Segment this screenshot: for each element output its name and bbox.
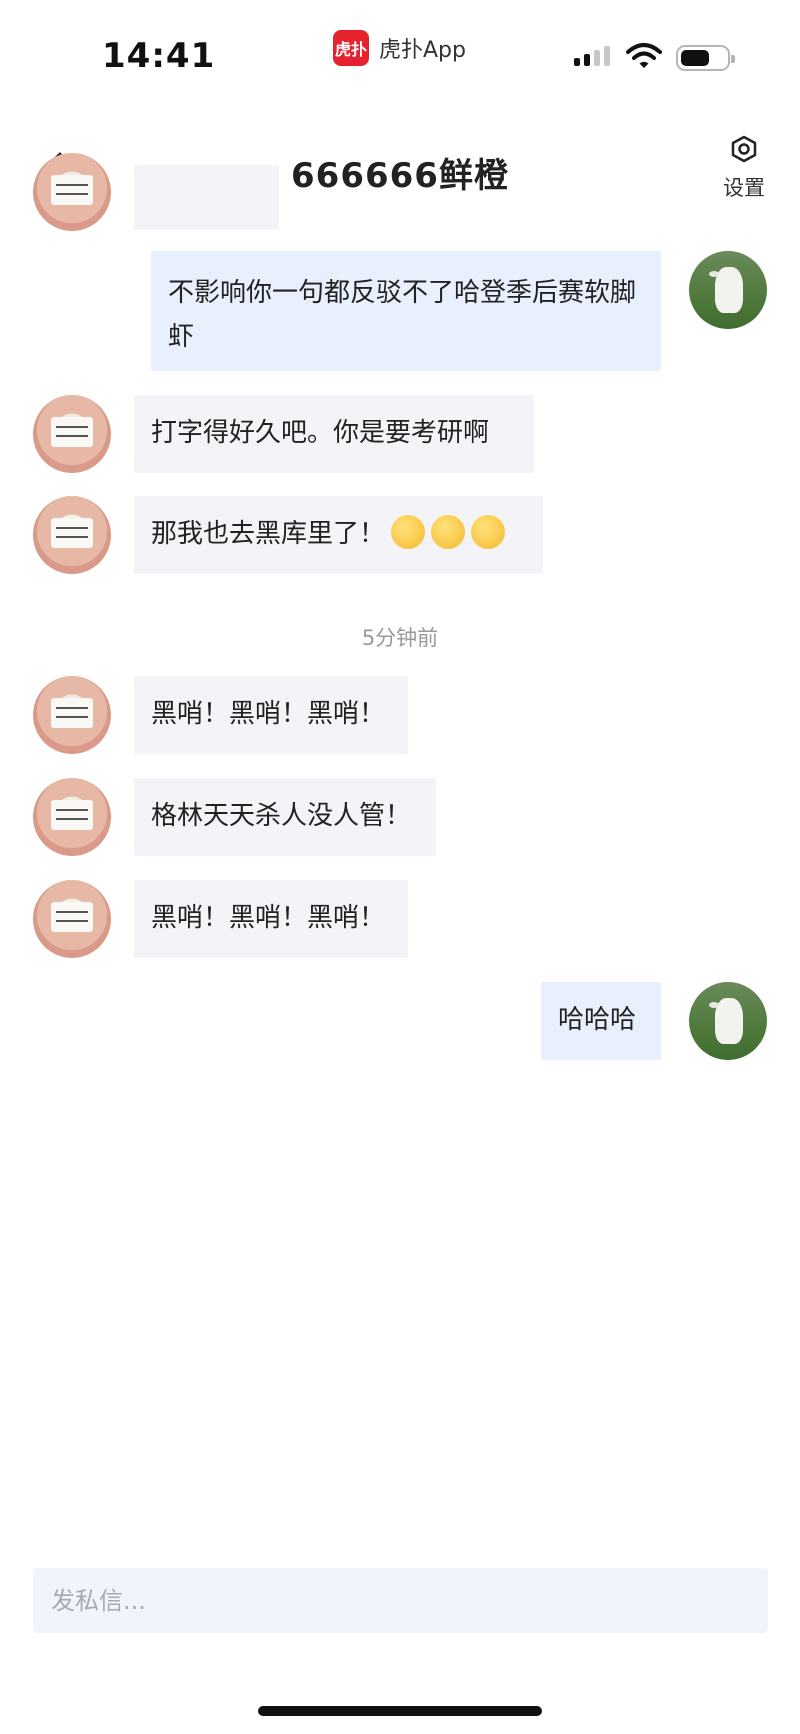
message-bubble-sent[interactable]: 哈哈哈: [541, 982, 661, 1060]
conversation-title: 666666鲜橙: [291, 156, 509, 196]
app-name: 虎扑App: [379, 38, 466, 63]
message-text: 黑哨！黑哨！黑哨！: [151, 699, 386, 729]
settings-hexagon-icon: [731, 135, 757, 163]
home-indicator[interactable]: [258, 1706, 542, 1716]
my-avatar[interactable]: [689, 982, 767, 1060]
message-composer[interactable]: [33, 1568, 768, 1633]
message-text: 格林天天杀人没人管！: [151, 801, 412, 831]
contact-avatar[interactable]: [33, 676, 111, 754]
contact-avatar[interactable]: [33, 395, 111, 473]
hupu-logo-icon: 虎扑: [333, 30, 369, 66]
message-text: 哈哈哈: [558, 1005, 637, 1035]
message-bubble-received[interactable]: 黑哨！黑哨！黑哨！: [134, 676, 408, 754]
my-avatar[interactable]: [689, 251, 767, 329]
contact-avatar[interactable]: [33, 496, 111, 574]
message-input[interactable]: [51, 1586, 750, 1615]
status-time: 14:41: [102, 36, 216, 76]
contact-avatar[interactable]: [33, 153, 111, 231]
timestamp-divider: 5分钟前: [361, 626, 439, 650]
app-indicator[interactable]: 虎扑 虎扑App: [333, 30, 466, 66]
wifi-icon: [626, 43, 662, 68]
message-text: 打字得好久吧。你是要考研啊: [151, 418, 490, 448]
message-bubble-received[interactable]: 格林天天杀人没人管！: [134, 778, 436, 856]
message-bubble-received[interactable]: 打字得好久吧。你是要考研啊: [134, 395, 534, 473]
message-text: 不影响你一句都反驳不了哈登季后赛软脚虾: [168, 278, 637, 352]
message-bubble-received[interactable]: 黑哨！黑哨！黑哨！: [134, 880, 408, 958]
message-text: 黑哨！黑哨！黑哨！: [151, 903, 386, 933]
battery-icon: [676, 45, 735, 71]
message-text: 那我也去黑库里了！: [151, 519, 386, 549]
lying-face-emoji-icon: [391, 514, 426, 549]
status-bar: 14:41 虎扑 虎扑App: [0, 0, 800, 110]
contact-avatar[interactable]: [33, 778, 111, 856]
lying-face-emoji-icon: [471, 514, 506, 549]
settings-label: 设置: [723, 176, 765, 200]
message-list[interactable]: 不影响你一句都反驳不了哈登季后赛软脚虾 打字得好久吧。你是要考研啊 那我也去黑库…: [0, 153, 800, 1545]
contact-avatar[interactable]: [33, 880, 111, 958]
message-bubble-partial: [134, 165, 279, 230]
cellular-signal-icon: [574, 46, 610, 66]
lying-face-emoji-icon: [431, 514, 466, 549]
settings-button[interactable]: 设置: [712, 134, 776, 204]
message-bubble-received[interactable]: 那我也去黑库里了！: [134, 496, 543, 574]
message-bubble-sent[interactable]: 不影响你一句都反驳不了哈登季后赛软脚虾: [151, 251, 661, 371]
